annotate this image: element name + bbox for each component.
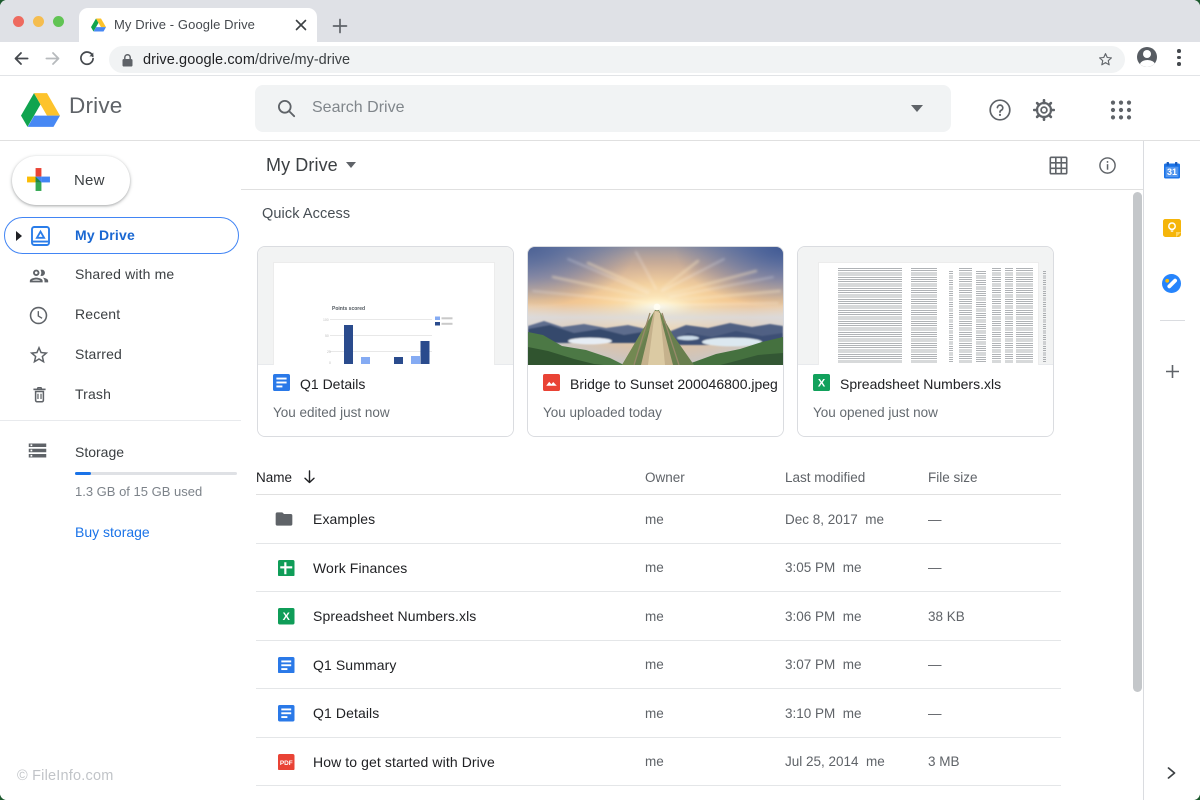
svg-text:X: X — [283, 611, 291, 623]
svg-text:Points scored: Points scored — [332, 306, 365, 312]
svg-text:PDF: PDF — [280, 760, 293, 767]
svg-text:25: 25 — [327, 350, 331, 354]
svg-text:31: 31 — [1167, 167, 1177, 177]
svg-text:0: 0 — [329, 361, 331, 364]
svg-text:X: X — [818, 378, 826, 390]
svg-text:100: 100 — [323, 318, 329, 322]
svg-text:50: 50 — [325, 334, 329, 338]
